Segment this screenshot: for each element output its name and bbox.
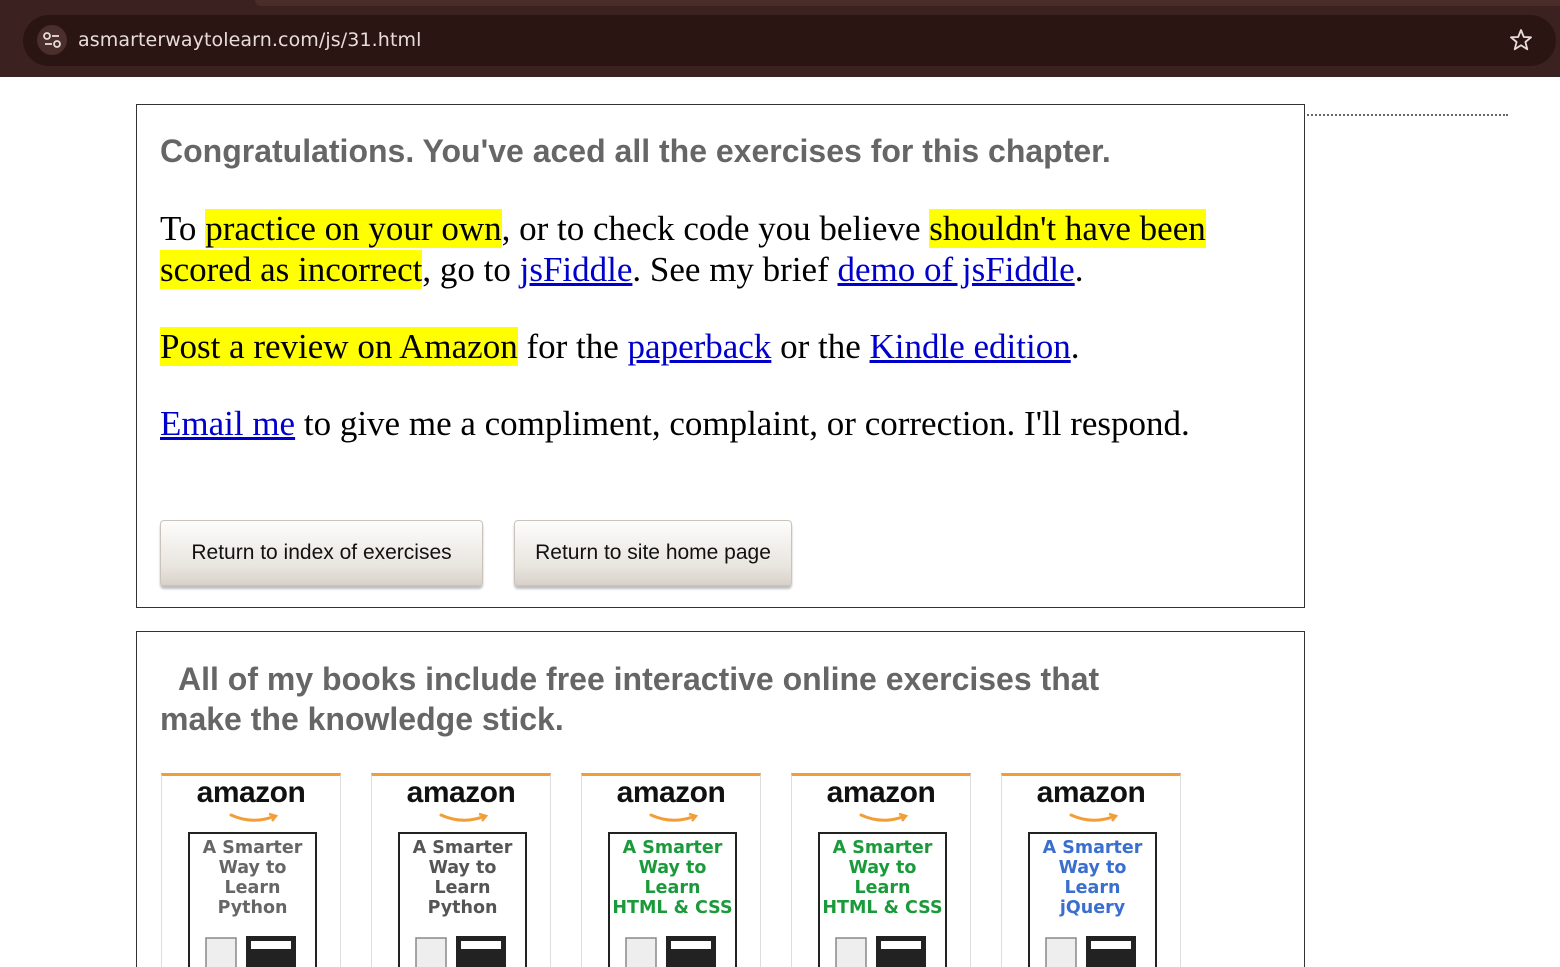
book-cover-devices-icon	[835, 936, 926, 967]
return-home-button[interactable]: Return to site home page	[514, 520, 792, 586]
book-cover-title-line: Learn	[224, 878, 281, 898]
browser-toolbar: asmarterwaytolearn.com/js/31.html	[0, 0, 1560, 77]
kindle-edition-link[interactable]: Kindle edition	[870, 327, 1071, 366]
amazon-logo-text: amazon	[826, 776, 936, 809]
email-me-link[interactable]: Email me	[160, 404, 295, 443]
book-cover-title-line: Way to	[428, 858, 497, 878]
highlight-practice: practice on your own	[205, 209, 502, 248]
congratulations-panel: Congratulations. You've aced all the exe…	[136, 104, 1305, 608]
book-cover-title-line: A Smarter	[412, 838, 513, 858]
book-cover-title: A Smarter Way to Learn HTML & CSS	[820, 838, 945, 918]
book-cover-title-line: Learn	[854, 878, 911, 898]
books-heading-line-2: make the knowledge stick.	[160, 701, 564, 737]
book-cover-title: A Smarter Way to Learn jQuery	[1030, 838, 1155, 918]
book-cover-title-line: jQuery	[1059, 898, 1126, 918]
practice-text-4: . See my brief	[632, 250, 838, 289]
amazon-logo-text: amazon	[196, 776, 306, 809]
practice-text-2: , or to check code you believe	[501, 209, 930, 248]
return-index-button[interactable]: Return to index of exercises	[160, 520, 483, 586]
practice-text-1: To	[160, 209, 206, 248]
book-cover-devices-icon	[1045, 936, 1136, 967]
demo-jsfiddle-link[interactable]: demo of jsFiddle	[837, 250, 1074, 289]
congrats-heading: Congratulations. You've aced all the exe…	[160, 133, 1111, 169]
books-panel: All of my books include free interactive…	[136, 631, 1305, 967]
book-cover-title-line: A Smarter	[622, 838, 723, 858]
paperback-link[interactable]: paperback	[628, 327, 772, 366]
book-cover: A Smarter Way to Learn HTML & CSS	[818, 832, 947, 967]
book-cover-title-line: Way to	[638, 858, 707, 878]
amazon-smile-icon	[859, 812, 909, 822]
amazon-logo-text: amazon	[616, 776, 726, 809]
bookmark-star-icon[interactable]	[1506, 25, 1536, 55]
book-thumbnail[interactable]: amazon A Smarter Way to Learn HTML & CSS	[791, 773, 971, 967]
amazon-smile-icon	[1069, 812, 1119, 822]
book-cover-devices-icon	[205, 936, 296, 967]
review-text-1: for the	[517, 327, 628, 366]
amazon-logo-text: amazon	[406, 776, 516, 809]
amazon-smile-icon	[229, 812, 279, 822]
book-cover-title-line: Way to	[848, 858, 917, 878]
email-text: to give me a compliment, complaint, or c…	[295, 404, 1190, 443]
book-thumbnail[interactable]: amazon A Smarter Way to Learn jQuery	[1001, 773, 1181, 967]
book-cover-devices-icon	[415, 936, 506, 967]
highlight-review: Post a review on Amazon	[160, 327, 518, 366]
book-cover-title: A Smarter Way to Learn Python	[400, 838, 525, 918]
books-heading-line-1: All of my books include free interactive…	[178, 661, 1100, 697]
jsfiddle-link[interactable]: jsFiddle	[520, 250, 633, 289]
book-cover-title-line: Learn	[434, 878, 491, 898]
book-thumbnail[interactable]: amazon A Smarter Way to Learn Python	[371, 773, 551, 967]
book-cover-devices-icon	[625, 936, 716, 967]
book-cover-title-line: A Smarter	[202, 838, 303, 858]
amazon-logo-text: amazon	[1036, 776, 1146, 809]
email-paragraph: Email me to give me a compliment, compla…	[160, 403, 1200, 444]
url-text[interactable]: asmarterwaytolearn.com/js/31.html	[78, 29, 421, 51]
address-bar[interactable]: asmarterwaytolearn.com/js/31.html	[23, 15, 1556, 66]
book-cover: A Smarter Way to Learn Python	[398, 832, 527, 967]
book-cover-title-line: A Smarter	[1042, 838, 1143, 858]
book-thumbnail[interactable]: amazon A Smarter Way to Learn Python	[161, 773, 341, 967]
practice-text-5: .	[1074, 250, 1084, 289]
site-info-icon[interactable]	[37, 25, 67, 55]
book-thumbnail[interactable]: amazon A Smarter Way to Learn HTML & CSS	[581, 773, 761, 967]
practice-text-3: , go to	[422, 250, 520, 289]
book-cover-title-line: Learn	[644, 878, 701, 898]
book-cover-title-line: HTML & CSS	[612, 898, 733, 918]
review-text-2: or the	[771, 327, 870, 366]
book-cover-title: A Smarter Way to Learn HTML & CSS	[610, 838, 735, 918]
book-cover-title-line: Learn	[1064, 878, 1121, 898]
book-cover-title-line: A Smarter	[832, 838, 933, 858]
books-heading: All of my books include free interactive…	[160, 659, 1099, 739]
book-cover-title-line: HTML & CSS	[822, 898, 943, 918]
book-cover-title: A Smarter Way to Learn Python	[190, 838, 315, 918]
amazon-smile-icon	[649, 812, 699, 822]
book-cover: A Smarter Way to Learn HTML & CSS	[608, 832, 737, 967]
tab-strip-edge	[255, 0, 1560, 6]
review-text-3: .	[1070, 327, 1080, 366]
book-cover-title-line: Way to	[218, 858, 287, 878]
book-cover: A Smarter Way to Learn jQuery	[1028, 832, 1157, 967]
book-cover-title-line: Python	[217, 898, 288, 918]
book-cover-title-line: Python	[427, 898, 498, 918]
amazon-smile-icon	[439, 812, 489, 822]
review-paragraph: Post a review on Amazon for the paperbac…	[160, 326, 1290, 367]
book-cover-title-line: Way to	[1058, 858, 1127, 878]
book-cover: A Smarter Way to Learn Python	[188, 832, 317, 967]
practice-paragraph: To practice on your own, or to check cod…	[160, 208, 1290, 290]
